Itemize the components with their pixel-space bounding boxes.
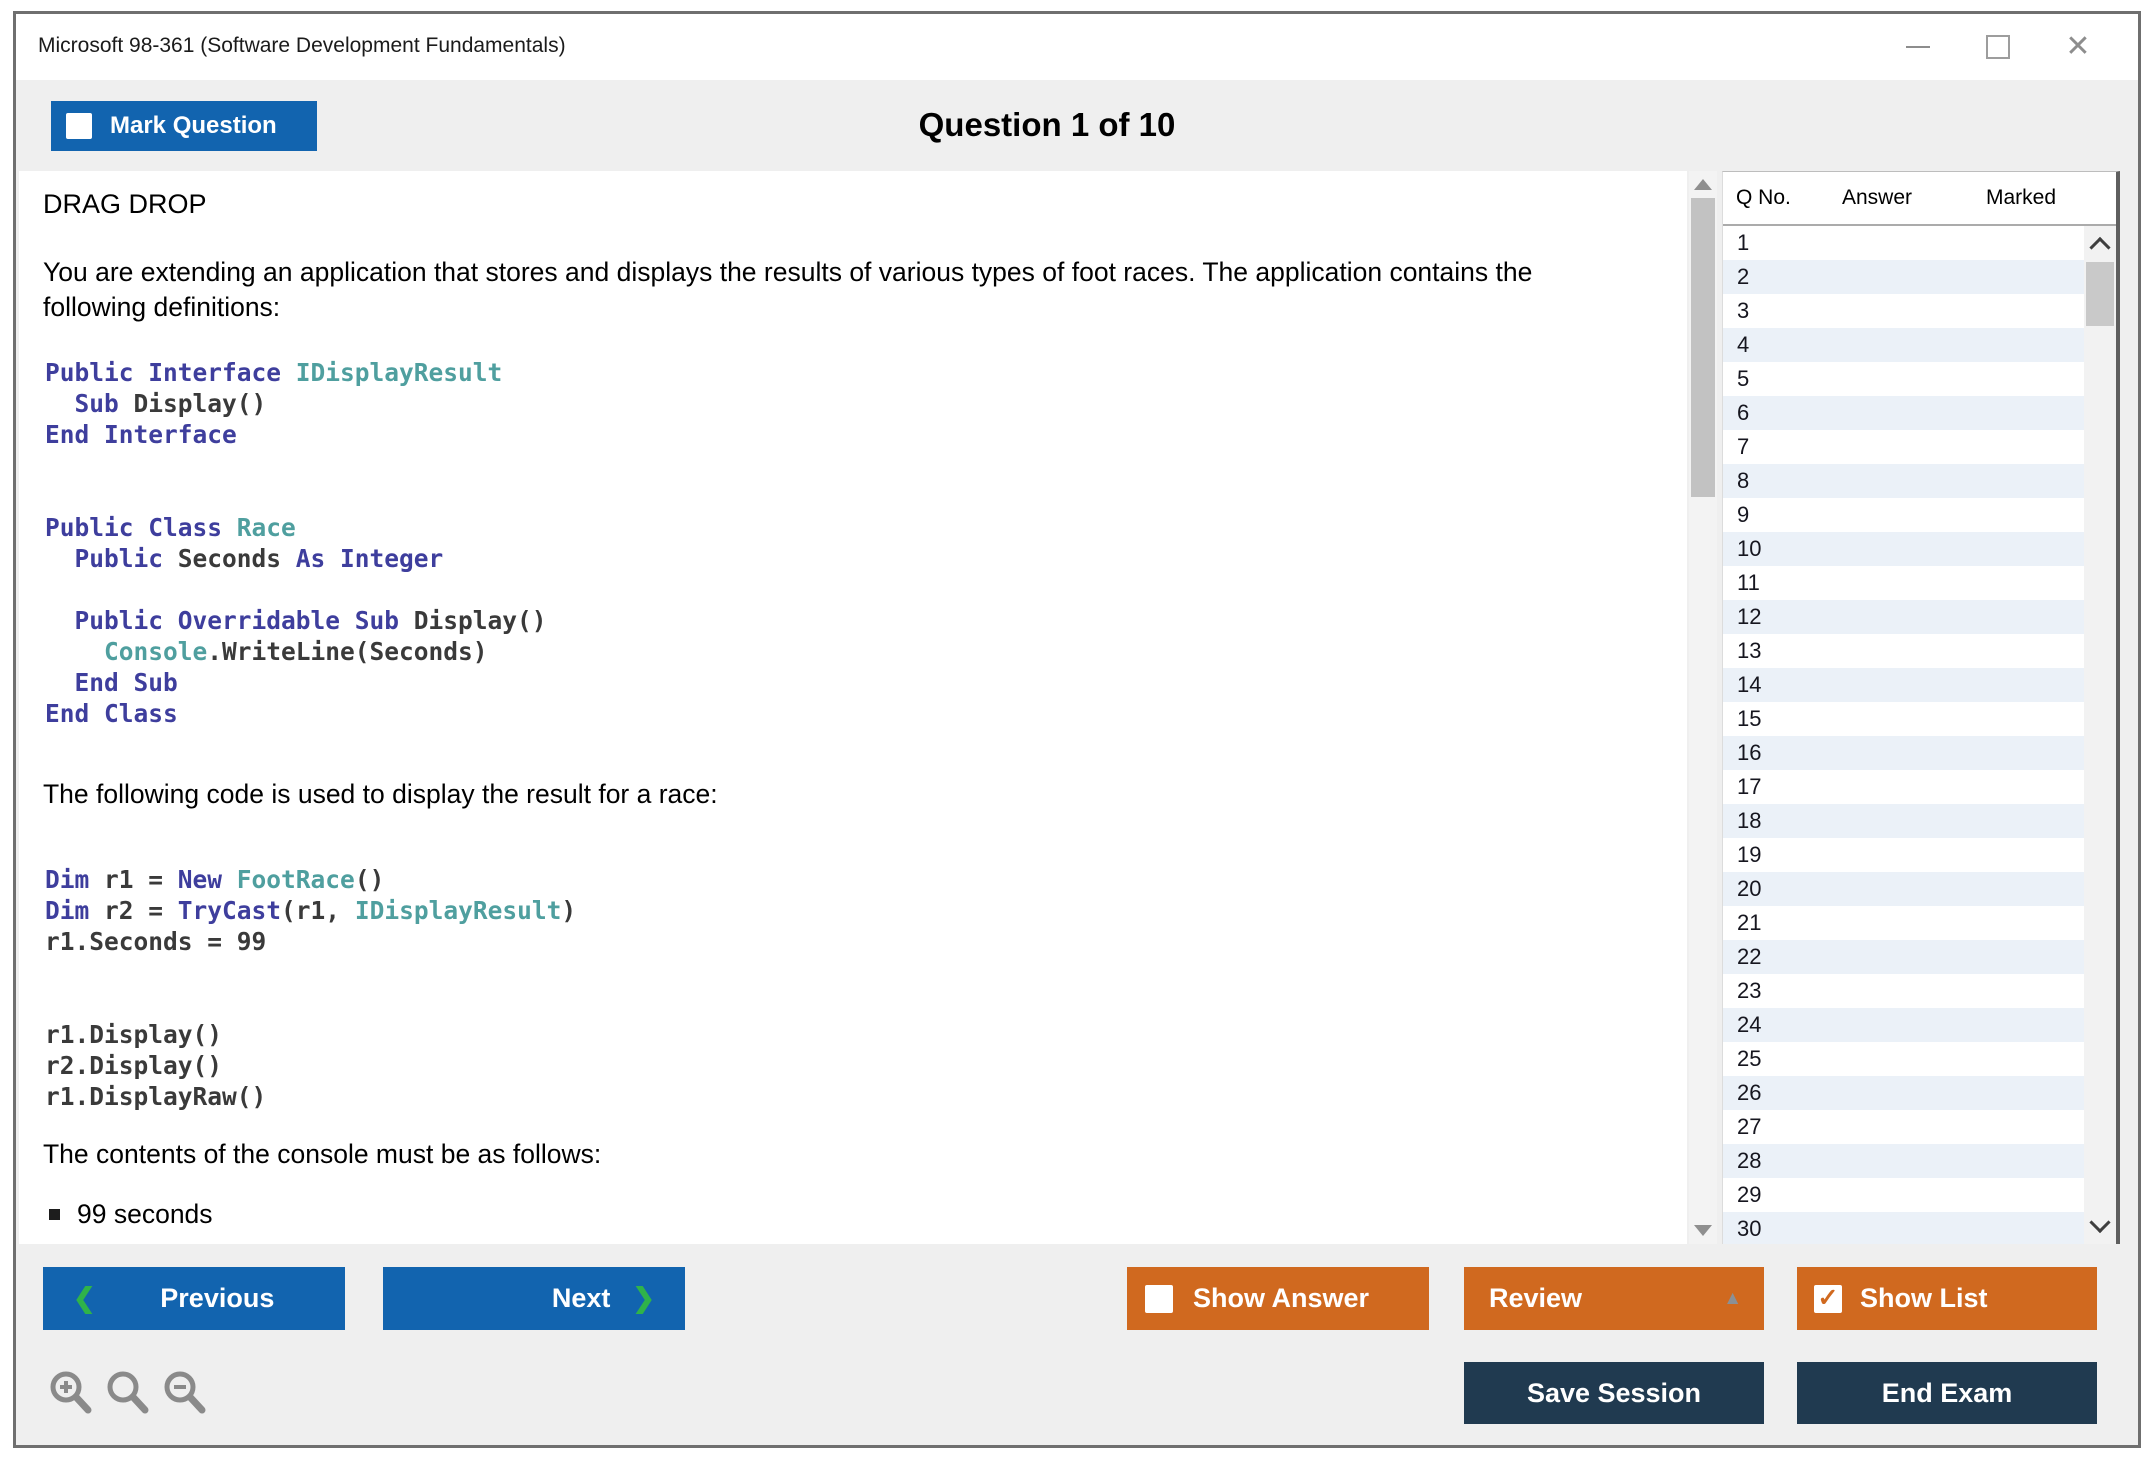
question-type-label: DRAG DROP (43, 189, 207, 220)
chevron-left-icon: ❮ (73, 1285, 96, 1312)
chevron-right-icon: ❯ (632, 1285, 655, 1312)
list-item[interactable]: 5 (1723, 362, 2084, 396)
next-button[interactable]: Next ❯ (383, 1267, 685, 1330)
list-item[interactable]: 1 (1723, 226, 2084, 260)
console-output-item: 99 seconds (49, 1199, 213, 1230)
zoom-in-icon[interactable] (47, 1369, 95, 1417)
list-item[interactable]: 8 (1723, 464, 2084, 498)
previous-button[interactable]: ❮ Previous (43, 1267, 345, 1330)
console-output-text: 99 seconds (77, 1199, 213, 1230)
list-scrollbar[interactable] (2084, 226, 2116, 1244)
scroll-down-arrow-icon[interactable] (1694, 1225, 1712, 1236)
app-body: Mark Question Question 1 of 10 DRAG DROP… (16, 80, 2138, 1445)
list-item[interactable]: 20 (1723, 872, 2084, 906)
list-item[interactable]: 13 (1723, 634, 2084, 668)
show-list-checkbox[interactable]: ✓ (1814, 1285, 1842, 1313)
list-item[interactable]: 4 (1723, 328, 2084, 362)
list-item[interactable]: 22 (1723, 940, 2084, 974)
list-item[interactable]: 25 (1723, 1042, 2084, 1076)
list-item[interactable]: 10 (1723, 532, 2084, 566)
zoom-out-icon[interactable] (161, 1369, 209, 1417)
show-list-button[interactable]: ✓ Show List (1797, 1267, 2097, 1330)
column-header-qno: Q No. (1736, 186, 1791, 210)
list-item[interactable]: 9 (1723, 498, 2084, 532)
window-controls: ✕ (1902, 14, 2094, 80)
content-scrollbar[interactable] (1689, 171, 1717, 1244)
list-item[interactable]: 15 (1723, 702, 2084, 736)
show-answer-checkbox[interactable] (1145, 1285, 1173, 1313)
close-icon: ✕ (2065, 32, 2090, 62)
list-item[interactable]: 11 (1723, 566, 2084, 600)
scroll-up-arrow-icon[interactable] (1694, 179, 1712, 190)
list-item[interactable]: 21 (1723, 906, 2084, 940)
list-item[interactable]: 12 (1723, 600, 2084, 634)
column-header-answer: Answer (1807, 186, 1947, 210)
list-item[interactable]: 3 (1723, 294, 2084, 328)
code-block-definitions: Public Interface IDisplayResult Sub Disp… (45, 357, 547, 729)
question-list-panel: Q No. Answer Marked 12345678910111213141… (1722, 171, 2120, 1244)
list-item[interactable]: 14 (1723, 668, 2084, 702)
maximize-button[interactable] (1982, 31, 2014, 63)
list-item[interactable]: 2 (1723, 260, 2084, 294)
list-scroll-up-icon[interactable] (2089, 237, 2110, 258)
list-item[interactable]: 24 (1723, 1008, 2084, 1042)
list-item[interactable]: 26 (1723, 1076, 2084, 1110)
list-item[interactable]: 27 (1723, 1110, 2084, 1144)
review-label: Review (1489, 1283, 1582, 1314)
list-scrollbar-thumb[interactable] (2086, 262, 2114, 326)
next-label: Next (552, 1283, 611, 1314)
question-list-rows: 1234567891011121314151617181920212223242… (1723, 226, 2084, 1244)
zoom-controls (47, 1369, 209, 1417)
end-exam-button[interactable]: End Exam (1797, 1362, 2097, 1424)
list-item[interactable]: 30 (1723, 1212, 2084, 1244)
show-list-label: Show List (1860, 1283, 1988, 1314)
question-content: DRAG DROP You are extending an applicati… (19, 171, 1687, 1244)
list-item[interactable]: 28 (1723, 1144, 2084, 1178)
app-window: Microsoft 98-361 (Software Development F… (13, 11, 2141, 1448)
column-header-marked: Marked (1951, 186, 2091, 210)
console-intro-text: The contents of the console must be as f… (43, 1137, 601, 1172)
zoom-reset-icon[interactable] (104, 1369, 152, 1417)
list-item[interactable]: 23 (1723, 974, 2084, 1008)
question-counter: Question 1 of 10 (16, 106, 2078, 144)
minimize-icon (1906, 46, 1930, 48)
bullet-icon (49, 1209, 60, 1220)
minimize-button[interactable] (1902, 31, 1934, 63)
title-bar: Microsoft 98-361 (Software Development F… (16, 14, 2138, 80)
list-item[interactable]: 6 (1723, 396, 2084, 430)
code-block-usage: Dim r1 = New FootRace()Dim r2 = TryCast(… (45, 864, 576, 1112)
save-session-label: Save Session (1527, 1378, 1701, 1409)
list-item[interactable]: 7 (1723, 430, 2084, 464)
previous-label: Previous (96, 1283, 339, 1314)
list-item[interactable]: 18 (1723, 804, 2084, 838)
question-intro-text: You are extending an application that st… (43, 255, 1628, 325)
list-item[interactable]: 16 (1723, 736, 2084, 770)
list-item[interactable]: 19 (1723, 838, 2084, 872)
show-answer-label: Show Answer (1193, 1283, 1369, 1314)
save-session-button[interactable]: Save Session (1464, 1362, 1764, 1424)
list-item[interactable]: 17 (1723, 770, 2084, 804)
maximize-icon (1986, 35, 2010, 59)
show-answer-button[interactable]: Show Answer (1127, 1267, 1429, 1330)
triangle-up-icon: ▲ (1723, 1288, 1742, 1310)
content-scrollbar-thumb[interactable] (1691, 198, 1715, 497)
question-list-header: Q No. Answer Marked (1723, 172, 2116, 226)
close-button[interactable]: ✕ (2062, 31, 2094, 63)
window-title: Microsoft 98-361 (Software Development F… (38, 34, 566, 58)
review-button[interactable]: Review ▲ (1464, 1267, 1764, 1330)
checkmark-icon: ✓ (1818, 1286, 1839, 1311)
end-exam-label: End Exam (1882, 1378, 2013, 1409)
list-item[interactable]: 29 (1723, 1178, 2084, 1212)
code-intro-text: The following code is used to display th… (43, 777, 718, 812)
list-scroll-down-icon[interactable] (2089, 1212, 2110, 1233)
